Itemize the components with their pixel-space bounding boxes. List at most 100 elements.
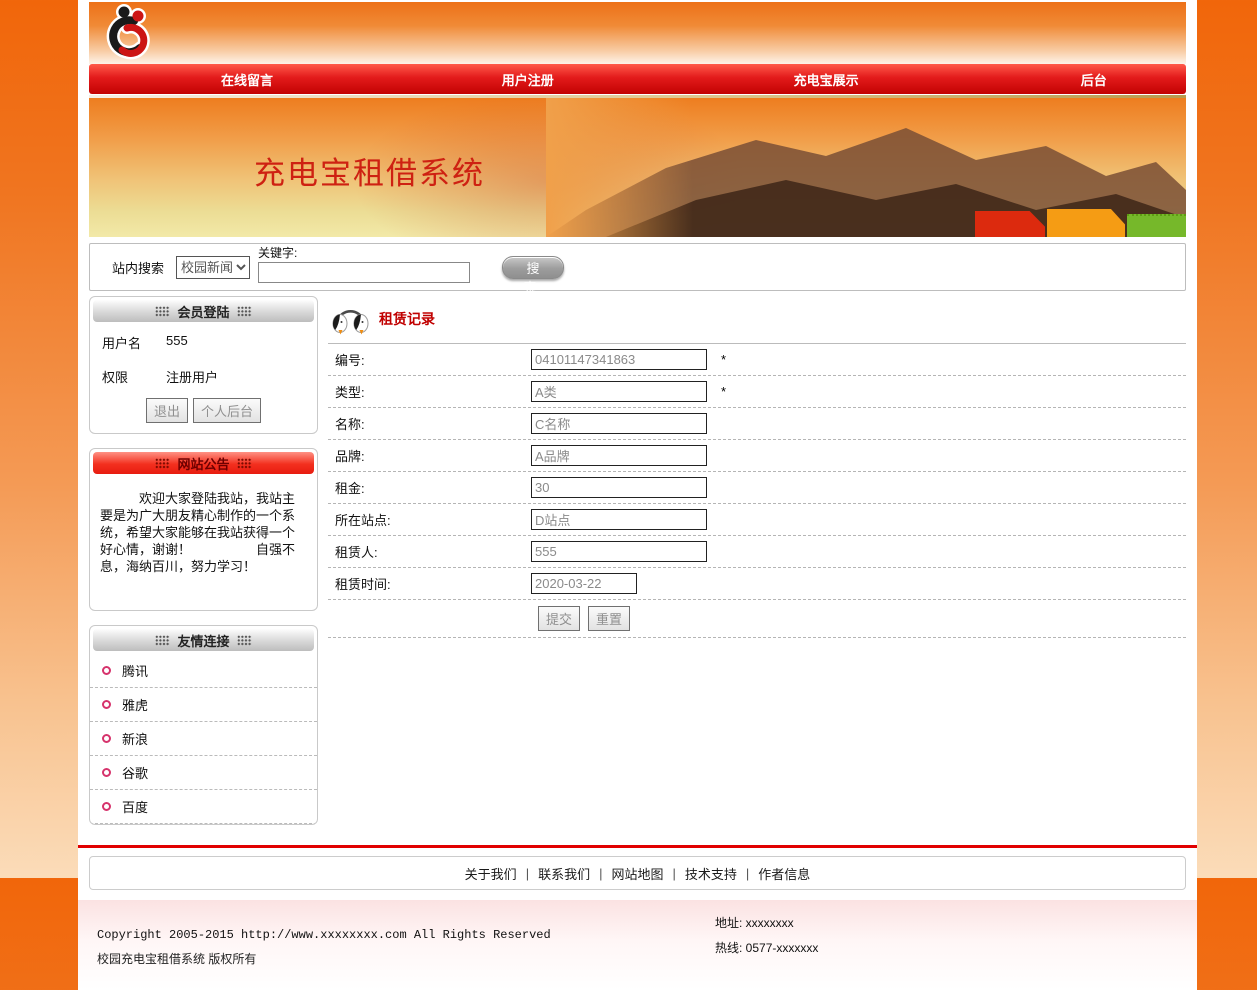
username-label: 用户名 bbox=[102, 333, 166, 352]
form-row-name: 名称: bbox=[328, 408, 1186, 440]
role-row: 权限 注册用户 bbox=[90, 359, 317, 393]
form-buttons-row: 提交 重置 bbox=[328, 600, 1186, 638]
field-input-station[interactable] bbox=[531, 509, 707, 530]
friend-link-2[interactable]: 雅虎 bbox=[90, 688, 317, 722]
search-category-select[interactable]: 校园新闻 bbox=[176, 256, 250, 279]
footer-link-1[interactable]: 关于我们 bbox=[465, 864, 517, 883]
form-row-type: 类型: * bbox=[328, 376, 1186, 408]
bottom-band: Copyright 2005-2015 http://www.xxxxxxxx.… bbox=[78, 900, 1197, 990]
keyword-label: 关键字: bbox=[258, 244, 470, 261]
role-value: 注册用户 bbox=[166, 367, 218, 386]
footer-link-4[interactable]: 技术支持 bbox=[685, 864, 737, 883]
friend-link-label: 新浪 bbox=[122, 729, 148, 748]
site-notice-text: 欢迎大家登陆我站，我站主要是为广大朋友精心制作的一个系统，希望大家能够在我站获得… bbox=[90, 477, 317, 610]
hotline-text: 热线: 0577-xxxxxxx bbox=[715, 936, 818, 961]
friend-link-1[interactable]: 腾讯 bbox=[90, 654, 317, 688]
form-row-station: 所在站点: bbox=[328, 504, 1186, 536]
friend-links-title: 友情连接 bbox=[177, 631, 229, 650]
friend-link-label: 百度 bbox=[122, 797, 148, 816]
search-scope-label: 站内搜索 bbox=[112, 258, 164, 277]
bullet-icon bbox=[102, 700, 111, 709]
field-label-type: 类型: bbox=[328, 382, 531, 401]
site-notice-header: 网站公告 bbox=[93, 452, 314, 474]
page: 在线留言用户注册充电宝展示后台 充电宝租借系统 站内搜索 校园新闻 关键字: 搜 bbox=[78, 0, 1197, 990]
search-button[interactable]: 搜 索 bbox=[502, 256, 564, 279]
search-input[interactable] bbox=[258, 262, 470, 283]
friend-link-4[interactable]: 谷歌 bbox=[90, 756, 317, 790]
bullet-icon bbox=[102, 734, 111, 743]
friend-link-5[interactable]: 百度 bbox=[90, 790, 317, 824]
rental-form: 编号:*类型:*名称:品牌:租金:所在站点:租赁人:租赁时间: bbox=[328, 344, 1186, 600]
nav-item-4[interactable]: 后台 bbox=[1002, 70, 1186, 89]
field-label-name: 名称: bbox=[328, 414, 531, 433]
friend-links-panel: 友情连接 腾讯雅虎新浪谷歌百度 bbox=[89, 625, 318, 825]
footer-link-separator: | bbox=[526, 866, 529, 881]
friend-link-3[interactable]: 新浪 bbox=[90, 722, 317, 756]
reset-button[interactable]: 重置 bbox=[588, 606, 630, 631]
field-input-number[interactable] bbox=[531, 349, 707, 370]
bullet-icon bbox=[102, 802, 111, 811]
main-nav: 在线留言用户注册充电宝展示后台 bbox=[89, 64, 1186, 94]
content-columns: 会员登陆 用户名 555 权限 注册用户 退出 个人后台 bbox=[89, 296, 1186, 839]
site-notice-title: 网站公告 bbox=[177, 454, 229, 473]
sidebar: 会员登陆 用户名 555 权限 注册用户 退出 个人后台 bbox=[89, 296, 318, 839]
footer-link-separator: | bbox=[673, 866, 676, 881]
footer-link-separator: | bbox=[599, 866, 602, 881]
field-label-brand: 品牌: bbox=[328, 446, 531, 465]
field-label-renter: 租赁人: bbox=[328, 542, 531, 561]
form-row-rent-date: 租赁时间: bbox=[328, 568, 1186, 600]
site-search-bar: 站内搜索 校园新闻 关键字: 搜 索 bbox=[89, 243, 1186, 291]
field-label-rent-date: 租赁时间: bbox=[328, 574, 531, 593]
form-row-renter: 租赁人: bbox=[328, 536, 1186, 568]
friend-link-label: 谷歌 bbox=[122, 763, 148, 782]
required-mark: * bbox=[721, 384, 726, 399]
field-input-renter[interactable] bbox=[531, 541, 707, 562]
contact-info: 地址: xxxxxxxx 热线: 0577-xxxxxxx bbox=[715, 911, 818, 961]
footer-links: 关于我们 | 联系我们 | 网站地图 | 技术支持 | 作者信息 bbox=[89, 856, 1186, 890]
footer-link-3[interactable]: 网站地图 bbox=[611, 864, 663, 883]
personal-backend-button[interactable]: 个人后台 bbox=[193, 398, 261, 423]
dots-decoration-icon bbox=[155, 458, 170, 469]
dots-decoration-icon bbox=[237, 306, 252, 317]
banner-block-green bbox=[1127, 214, 1186, 237]
form-row-number: 编号: * bbox=[328, 344, 1186, 376]
field-input-rent[interactable] bbox=[531, 477, 707, 498]
field-input-name[interactable] bbox=[531, 413, 707, 434]
footer-divider bbox=[78, 845, 1197, 848]
banner-block-orange bbox=[1047, 209, 1125, 237]
logout-button[interactable]: 退出 bbox=[146, 398, 188, 423]
friend-link-label: 雅虎 bbox=[122, 695, 148, 714]
address-text: 地址: xxxxxxxx bbox=[715, 911, 818, 936]
required-mark: * bbox=[721, 352, 726, 367]
top-header bbox=[89, 2, 1186, 64]
logo-icon bbox=[97, 4, 153, 69]
friend-link-label: 腾讯 bbox=[122, 661, 148, 680]
footer-link-5[interactable]: 作者信息 bbox=[758, 864, 810, 883]
member-login-title: 会员登陆 bbox=[177, 302, 229, 321]
footer-link-separator: | bbox=[746, 866, 749, 881]
nav-item-1[interactable]: 在线留言 bbox=[89, 70, 405, 89]
banner: 充电宝租借系统 bbox=[89, 98, 1186, 237]
submit-button[interactable]: 提交 bbox=[538, 606, 580, 631]
page-title: 租赁记录 bbox=[379, 309, 435, 329]
username-value: 555 bbox=[166, 333, 188, 352]
dots-decoration-icon bbox=[155, 635, 170, 646]
form-row-brand: 品牌: bbox=[328, 440, 1186, 472]
dots-decoration-icon bbox=[237, 635, 252, 646]
nav-item-3[interactable]: 充电宝展示 bbox=[651, 70, 1002, 89]
footer-link-2[interactable]: 联系我们 bbox=[538, 864, 590, 883]
field-label-number: 编号: bbox=[328, 350, 531, 369]
main-content: 租赁记录 编号:*类型:*名称:品牌:租金:所在站点:租赁人:租赁时间: 提交 … bbox=[328, 296, 1186, 638]
copyright-owner-text: 校园充电宝租借系统 版权所有 bbox=[97, 950, 256, 967]
username-row: 用户名 555 bbox=[90, 325, 317, 359]
field-input-rent-date[interactable] bbox=[531, 573, 637, 594]
dots-decoration-icon bbox=[237, 458, 252, 469]
nav-item-2[interactable]: 用户注册 bbox=[405, 70, 651, 89]
field-label-station: 所在站点: bbox=[328, 510, 531, 529]
field-input-brand[interactable] bbox=[531, 445, 707, 466]
site-notice-panel: 网站公告 欢迎大家登陆我站，我站主要是为广大朋友精心制作的一个系统，希望大家能够… bbox=[89, 448, 318, 611]
field-input-type[interactable] bbox=[531, 381, 707, 402]
keyword-group: 关键字: bbox=[258, 244, 470, 283]
copyright-text: Copyright 2005-2015 http://www.xxxxxxxx.… bbox=[97, 928, 551, 942]
friend-links-list: 腾讯雅虎新浪谷歌百度 bbox=[90, 654, 317, 824]
